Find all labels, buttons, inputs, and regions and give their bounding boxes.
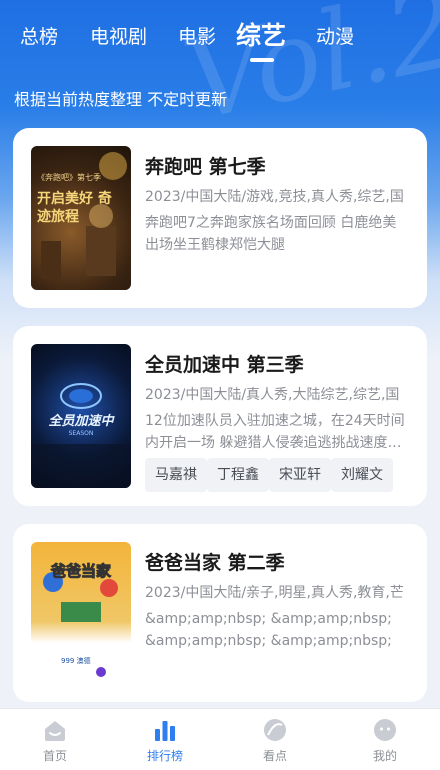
bottom-navigation: 首页 排行榜 看点 我的 [0,708,440,770]
poster-season: SEASON [68,430,94,437]
poster-slogan: 开启美好 奇迹旅程 [37,191,112,225]
cast-tag[interactable]: 刘耀文 [331,458,393,492]
category-tabs: 总榜 电视剧 电影 综艺 动漫 [0,14,440,64]
show-poster[interactable]: 《奔跑吧》第七季 开启美好 奇迹旅程 [31,146,131,290]
profile-icon [374,719,396,741]
poster-sponsor: 999 澳德 [61,657,91,665]
show-description: &amp;amp;nbsp; &amp;amp;nbsp; &amp;amp;n… [145,611,392,649]
show-card[interactable]: 全员加速中 SEASON 全员加速中 第三季 2023/中国大陆/真人秀,大陆综… [13,326,427,506]
show-meta: 2023/中国大陆/游戏,竞技,真人秀,综艺,国 [145,189,404,205]
show-description: 奔跑吧7之奔跑家族名场面回顾 白鹿绝美出场坐王鹤棣郑恺大腿 [145,215,397,253]
show-poster[interactable]: 全员加速中 SEASON [31,344,131,488]
show-meta: 2023/中国大陆/真人秀,大陆综艺,综艺,国 [145,387,400,403]
cast-tag[interactable]: 宋亚轩 [269,458,331,492]
tab-movie[interactable]: 电影 [178,22,216,49]
show-card[interactable]: 爸爸当家 999 澳德 爸爸当家 第二季 2023/中国大陆/亲子,明星,真人秀… [13,524,427,702]
show-title[interactable]: 爸爸当家 第二季 [145,548,285,575]
nav-label: 看点 [262,749,287,763]
show-meta: 2023/中国大陆/亲子,明星,真人秀,教育,芒 [145,585,404,601]
active-tab-indicator [250,58,274,62]
poster-title: 爸爸当家 [50,562,111,581]
nav-profile[interactable]: 我的 [330,709,440,770]
ranking-icon [155,721,175,741]
poster-caption: 《奔跑吧》第七季 [37,173,101,182]
tab-all[interactable]: 总榜 [20,22,58,49]
nav-highlight[interactable]: 看点 [220,709,330,770]
nav-ranking[interactable]: 排行榜 [110,709,220,770]
show-poster[interactable]: 爸爸当家 999 澳德 [31,542,131,686]
cast-tag[interactable]: 马嘉祺 [145,458,207,492]
nav-label: 我的 [372,749,397,763]
show-title[interactable]: 全员加速中 第三季 [145,350,304,377]
cast-tag[interactable]: 丁程鑫 [207,458,269,492]
ranking-subtitle: 根据当前热度整理 不定时更新 [14,90,228,109]
home-icon [45,721,65,741]
nav-label: 首页 [42,749,67,763]
highlight-icon [264,719,286,741]
poster-title: 全员加速中 [48,414,114,429]
tab-anime[interactable]: 动漫 [316,22,354,49]
nav-home[interactable]: 首页 [0,709,110,770]
show-title[interactable]: 奔跑吧 第七季 [145,152,266,179]
tab-tv-series[interactable]: 电视剧 [90,22,147,49]
show-description: 12位加速队员入驻加速之城，在24天时间内开启一场 躲避猎人侵袭追逃挑战速度… [145,413,405,451]
show-card[interactable]: 《奔跑吧》第七季 开启美好 奇迹旅程 奔跑吧 第七季 2023/中国大陆/游戏,… [13,128,427,308]
nav-label: 排行榜 [146,749,183,763]
tab-variety[interactable]: 综艺 [236,16,286,52]
